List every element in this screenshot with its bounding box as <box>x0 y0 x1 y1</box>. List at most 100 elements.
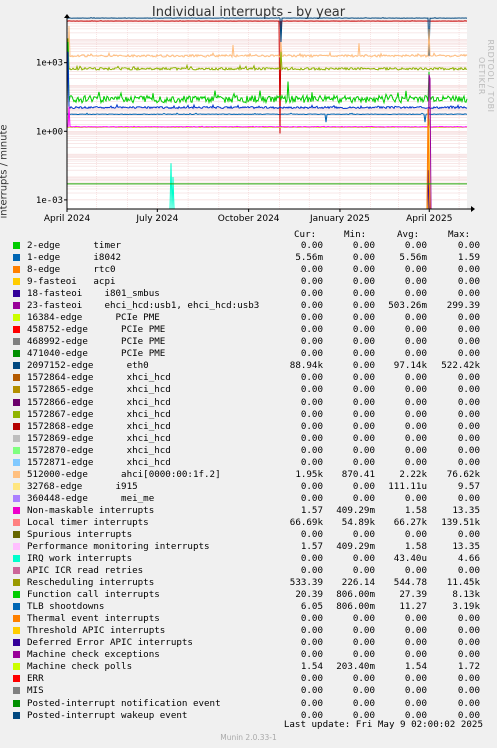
legend-max-value: 4.66 <box>457 553 480 565</box>
legend-label: 2097152-edge eth0 <box>27 360 149 372</box>
legend-row: Performance monitoring interrupts 1.57 409… <box>0 541 497 553</box>
legend-max-value: 76.62k <box>446 468 480 480</box>
legend-max-value: 0.00 <box>457 396 480 408</box>
legend-label: Machine check exceptions <box>27 649 160 661</box>
legend-swatch <box>13 278 20 286</box>
legend-max-value: 1.59 <box>457 252 480 264</box>
legend-max-value: 11.45k <box>446 577 480 589</box>
legend-max-value: 3.19k <box>452 601 480 613</box>
legend-max-value: 9.57 <box>457 480 480 492</box>
legend-row: 1572867-edge xhci_hcd 0.00 0.00 0.00 0.00 <box>0 409 497 421</box>
legend-label: 1572869-edge xhci_hcd <box>27 432 171 444</box>
legend-label: Machine check polls <box>27 661 133 673</box>
legend-row: 1572870-edge xhci_hcd 0.00 0.00 0.00 0.00 <box>0 445 497 457</box>
legend-row: 8-edge rtc0 0.00 0.00 0.00 0.00 <box>0 264 497 276</box>
legend-swatch <box>13 338 20 346</box>
legend-swatch <box>13 290 20 298</box>
legend-label: Local timer interrupts <box>27 516 149 528</box>
legend-max-value: 139.51k <box>441 516 480 528</box>
legend-label: IRQ work interrupts <box>27 553 133 565</box>
legend-row: 1-edge i8042 5.56m 0.00 5.56m 1.59 <box>0 252 497 264</box>
legend-swatch <box>13 446 20 454</box>
legend-label: 9-fasteoi acpi <box>27 276 116 288</box>
legend-row: Thermal event interrupts 0.00 0.00 0.00 0.00 <box>0 613 497 625</box>
legend-max-value: 13.35 <box>452 541 480 552</box>
legend-max-value: 0.00 <box>457 312 480 324</box>
legend-label: 1572865-edge xhci_hcd <box>27 384 171 396</box>
legend-swatch <box>13 699 20 707</box>
legend-max-value: 0.00 <box>457 625 480 637</box>
legend-max-value: 0.00 <box>457 420 480 432</box>
legend-row: 1572864-edge xhci_hcd 0.00 0.00 0.00 0.00 <box>0 372 497 384</box>
legend-label: 8-edge rtc0 <box>27 264 116 276</box>
legend-swatch <box>13 398 20 406</box>
legend-swatch <box>13 555 20 563</box>
chart-svg: 1e-03 1e+00 1e+03 April 2024 July 2024 Octobe… <box>36 14 475 224</box>
legend-swatch <box>13 254 20 262</box>
legend-max-value: 0.00 <box>457 613 480 625</box>
legend-row: 32768-edge i915 0.00 0.00 111.11u 9.57 <box>0 481 497 493</box>
legend-label: 1572866-edge xhci_hcd <box>27 396 171 408</box>
x-tick-label: July 2024 <box>135 214 178 224</box>
legend-swatch <box>13 350 20 358</box>
legend-max-value: 0.00 <box>457 288 480 300</box>
legend-row: 18-fasteoi i801_smbus 0.00 0.00 0.00 0.00 <box>0 288 497 300</box>
legend-row: 1572869-edge xhci_hcd 0.00 0.00 0.00 0.00 <box>0 433 497 445</box>
legend-row: IRQ work interrupts 0.00 0.00 43.40u 4.66 <box>0 553 497 565</box>
legend-swatch <box>13 326 20 334</box>
legend-label: Posted-interrupt wakeup event <box>27 709 188 721</box>
legend-label: Posted-interrupt notification event <box>27 697 221 709</box>
legend-label: TLB shootdowns <box>27 601 105 613</box>
legend-max-value: 0.00 <box>457 408 480 420</box>
legend-row: TLB shootdowns 6.05 806.00m 11.27 3.19k <box>0 601 497 613</box>
legend-max-value: 299.39 <box>446 300 480 312</box>
legend-max-value: 0.00 <box>457 649 480 661</box>
legend-max-value: 522.42k <box>441 360 480 372</box>
legend-swatch <box>13 530 20 538</box>
legend-row: 458752-edge PCIe PME 0.00 0.00 0.00 0.00 <box>0 324 497 336</box>
legend-swatch <box>13 266 20 274</box>
legend-swatch <box>13 518 20 526</box>
legend-row: Non-maskable interrupts 1.57 409.29m 1.58 13… <box>0 505 497 517</box>
legend-swatch <box>13 314 20 322</box>
legend-max-value: 0.00 <box>457 637 480 649</box>
legend-swatch <box>13 675 20 683</box>
legend-row: 468992-edge PCIe PME 0.00 0.00 0.00 0.00 <box>0 336 497 348</box>
legend-row: Machine check polls 1.54 203.40m 1.54 1.72 <box>0 661 497 673</box>
legend-swatch <box>13 374 20 382</box>
legend-label: Deferred Error APIC interrupts <box>27 637 193 649</box>
col-header-max: Max: <box>448 229 471 240</box>
legend-row: 1572866-edge xhci_hcd 0.00 0.00 0.00 0.00 <box>0 397 497 409</box>
col-header-avg: Avg: <box>397 229 420 240</box>
legend-max-value: 0.00 <box>457 528 480 540</box>
legend-max-value: 0.00 <box>457 240 480 251</box>
last-update: Last update: Fri May 9 02:00:02 2025 <box>283 719 483 730</box>
legend-label: 1572867-edge xhci_hcd <box>27 408 171 420</box>
legend-max-value: 0.00 <box>457 697 480 709</box>
legend-max-value: 0.00 <box>457 348 480 360</box>
x-tick-label: April 2025 <box>406 214 452 224</box>
col-header-min: Min: <box>344 229 367 240</box>
legend-max-value: 0.00 <box>457 432 480 444</box>
legend-label: 1572864-edge xhci_hcd <box>27 372 171 384</box>
legend-row: Function call interrupts 20.39 806.00m 27.3… <box>0 589 497 601</box>
legend-label: MIS <box>27 685 44 697</box>
legend-row: Deferred Error APIC interrupts 0.00 0.00 0.… <box>0 637 497 649</box>
legend-swatch <box>13 663 20 671</box>
y-axis-arrow <box>64 14 70 18</box>
legend-label: 32768-edge i915 <box>27 480 138 492</box>
munin-version: Munin 2.0.33-1 <box>220 733 277 742</box>
legend-max-value: 0.00 <box>457 673 480 685</box>
legend-swatch <box>13 543 20 550</box>
legend-label: 512000-edge ahci[0000:00:1f.2] <box>27 468 221 480</box>
y-tick-label: 1e-03 <box>36 196 63 206</box>
legend-label: 1572868-edge xhci_hcd <box>27 420 171 432</box>
legend-row: Local timer interrupts 66.69k 54.89k 66.27k… <box>0 517 497 529</box>
legend-max-value: 0.00 <box>457 324 480 336</box>
legend-row: Machine check exceptions 0.00 0.00 0.00 0.00 <box>0 649 497 661</box>
legend-label: 1572871-edge xhci_hcd <box>27 456 171 468</box>
legend-swatch <box>13 410 20 418</box>
x-tick-label: October 2024 <box>218 214 280 224</box>
legend-row: 1572865-edge xhci_hcd 0.00 0.00 0.00 0.00 <box>0 384 497 396</box>
legend-swatch <box>13 506 20 514</box>
